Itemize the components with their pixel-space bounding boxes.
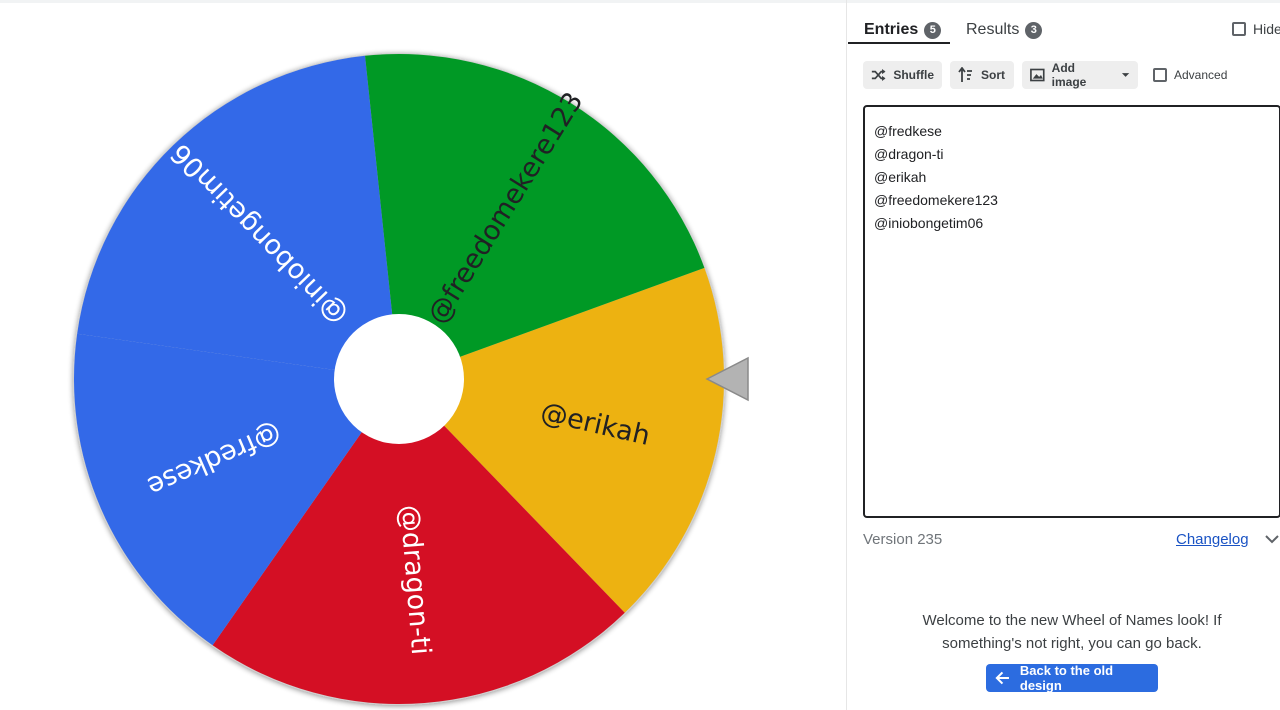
sort-label: Sort [981, 68, 1005, 82]
tab-entries-label: Entries [864, 21, 919, 38]
tab-entries[interactable]: Entries 5 [864, 18, 942, 42]
back-to-old-design-button[interactable]: Back to the old design [986, 663, 1158, 693]
sort-button[interactable]: Sort [950, 61, 1014, 89]
tab-results-label: Results [966, 21, 1020, 38]
welcome-message: Welcome to the new Wheel of Names look! … [907, 609, 1237, 655]
entry-line: @freedomekere123 [874, 192, 998, 208]
arrow-left-icon [995, 671, 1009, 685]
caret-down-icon [1121, 73, 1130, 77]
results-count-badge: 3 [1025, 21, 1043, 39]
active-tab-indicator [848, 42, 950, 44]
add-image-button[interactable]: Add image [1022, 61, 1138, 89]
entries-panel: Entries 5 Results 3 Hide Shuffle Sort Ad… [846, 0, 1280, 710]
changelog-link[interactable]: Changelog [1176, 531, 1249, 548]
entries-textarea[interactable]: @fredkese @dragon-ti @erikah @freedomeke… [863, 105, 1280, 518]
entry-line: @fredkese [874, 123, 942, 139]
welcome-line-1: Welcome to the new Wheel of Names look! … [922, 612, 1222, 629]
hide-checkbox[interactable] [1232, 22, 1246, 36]
wheel-area[interactable]: @erikah @dragon-ti @fredkese @iniobongetim0… [0, 0, 846, 710]
advanced-label: Advanced [1174, 68, 1228, 82]
wheel-center-button[interactable] [334, 314, 464, 444]
chevron-down-icon[interactable] [1265, 534, 1279, 544]
entry-line: @dragon-ti [874, 146, 944, 162]
shuffle-icon [871, 69, 886, 81]
hide-label: Hide [1253, 21, 1280, 37]
advanced-toggle[interactable]: Advanced [1153, 68, 1227, 82]
tab-results[interactable]: Results 3 [966, 18, 1043, 42]
sort-icon [958, 67, 972, 82]
shuffle-button[interactable]: Shuffle [863, 61, 942, 89]
back-to-old-design-label: Back to the old design [1019, 663, 1114, 693]
version-text: Version 235 [863, 531, 943, 548]
advanced-checkbox[interactable] [1153, 68, 1167, 82]
wheel-of-names[interactable]: @erikah@dragon-ti@fredkese@iniobongetim0… [0, 0, 846, 710]
shuffle-label: Shuffle [893, 68, 934, 82]
entry-line: @iniobongetim06 [874, 215, 984, 231]
entry-line: @erikah [874, 169, 927, 185]
hide-toggle[interactable]: Hide [1232, 21, 1280, 37]
image-icon [1030, 68, 1045, 82]
add-image-label: Add image [1051, 61, 1087, 89]
welcome-line-2: something's not right, you can go back. [942, 635, 1202, 652]
entries-count-badge: 5 [924, 21, 942, 39]
